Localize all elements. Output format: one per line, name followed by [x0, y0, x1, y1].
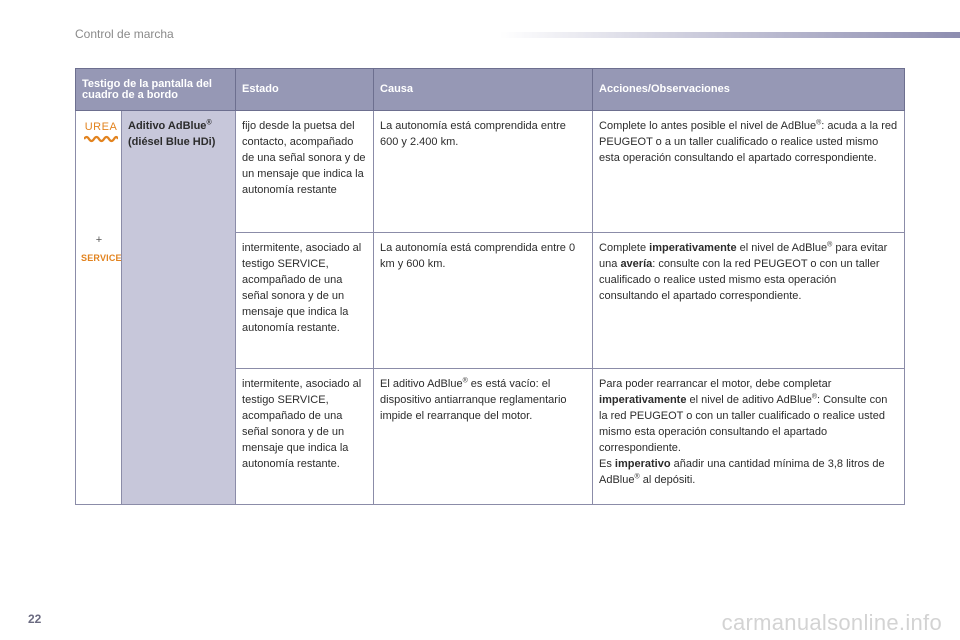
- plus-sign: +: [95, 234, 103, 246]
- row3-cause: El aditivo AdBlue® es está vacío: el dis…: [373, 368, 594, 505]
- service-warning-icon: SERVICE: [81, 253, 122, 263]
- header-gradient-bar: [500, 32, 960, 38]
- indicator-name: Aditivo AdBlue: [128, 120, 207, 132]
- indicator-subname: (diésel Blue HDi): [128, 136, 216, 148]
- row2-action: Complete imperativamente el nivel de AdB…: [592, 232, 906, 369]
- column-header-actions: Acciones/Observaciones: [592, 68, 906, 111]
- page-number: 22: [28, 612, 42, 626]
- indicator-reg-mark: ®: [206, 119, 212, 127]
- row1-state: fijo desde la puetsa del contacto, acomp…: [235, 110, 375, 233]
- row2-state: intermitente, asociado al testigo SERVIC…: [235, 232, 375, 369]
- table-row: UREA + SERVICE Aditivo AdBlue® (diésel B…: [75, 110, 906, 505]
- urea-wave-icon: [84, 135, 118, 143]
- warning-lamp-table: Testigo de la pantalla del cuadro de a b…: [74, 68, 906, 505]
- row1-cause: La autonomía está comprendida entre 600 …: [373, 110, 594, 233]
- urea-warning-icon: UREA: [84, 121, 118, 143]
- watermark: carmanualsonline.info: [721, 610, 942, 635]
- row1-action: Complete lo antes posible el nivel de Ad…: [592, 110, 906, 233]
- column-header-cause: Causa: [373, 68, 594, 111]
- urea-icon-label: UREA: [84, 121, 118, 133]
- indicator-icon-cell: UREA + SERVICE: [75, 110, 122, 505]
- row3-action: Para poder rearrancar el motor, debe com…: [592, 368, 906, 505]
- row2-cause: La autonomía está comprendida entre 0 km…: [373, 232, 594, 369]
- row3-state: intermitente, asociado al testigo SERVIC…: [235, 368, 375, 505]
- column-header-indicator: Testigo de la pantalla del cuadro de a b…: [74, 68, 237, 111]
- indicator-label-cell: Aditivo AdBlue® (diésel Blue HDi): [120, 110, 237, 505]
- column-header-state: Estado: [235, 68, 375, 111]
- table-header-row: Testigo de la pantalla del cuadro de a b…: [74, 68, 906, 111]
- section-title: Control de marcha: [75, 27, 174, 41]
